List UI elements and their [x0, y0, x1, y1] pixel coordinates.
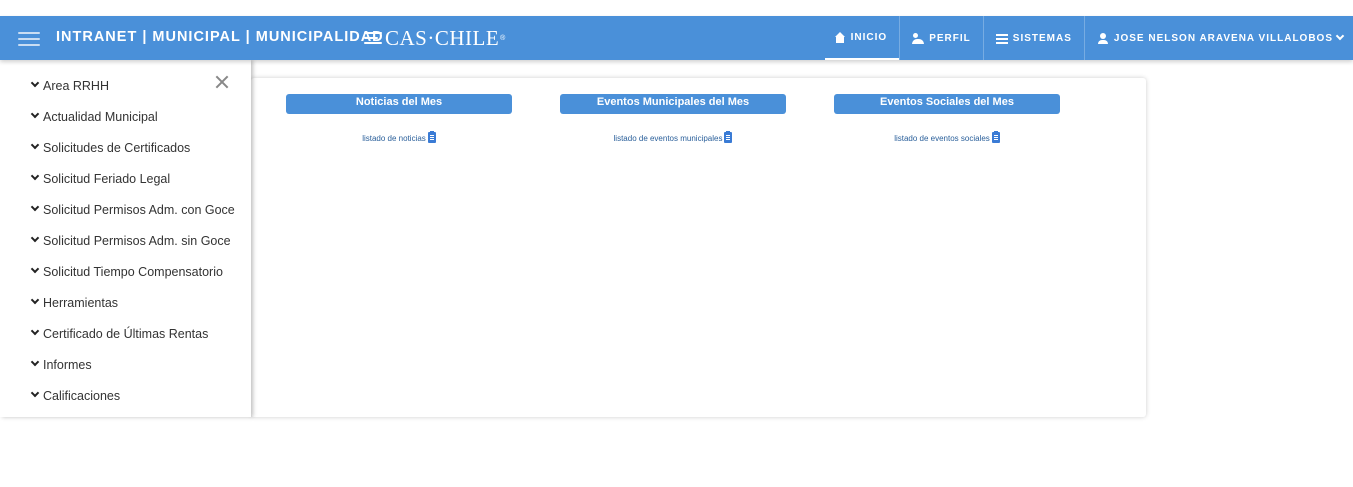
noticias-link-label: listado de noticias: [362, 134, 426, 143]
eventos-sociales-link-label: listado de eventos sociales: [894, 134, 990, 143]
user-icon: [1097, 32, 1109, 44]
nav-sistemas-label: SISTEMAS: [1012, 32, 1072, 44]
chevron-down-icon: [30, 295, 40, 305]
chevron-down-icon: [30, 264, 40, 274]
noticias-header-button[interactable]: Noticias del Mes: [286, 94, 512, 114]
nav-inicio-label: INICIO: [850, 31, 888, 43]
nav-inicio[interactable]: INICIO: [824, 16, 900, 60]
sidebar-item-label: Area RRHH: [43, 78, 109, 93]
sidebar-item-certificado-rentas[interactable]: Certificado de Últimas Rentas: [0, 318, 251, 349]
chevron-down-icon: [30, 233, 40, 243]
sidebar-item-label: Solicitudes de Certificados: [43, 140, 191, 155]
sidebar-item-actualidad-municipal[interactable]: Actualidad Municipal: [0, 101, 251, 132]
chevron-down-icon: [30, 109, 40, 119]
noticias-column: Noticias del Mes listado de noticias: [286, 94, 512, 143]
sidebar-item-permisos-sin-goce[interactable]: Solicitud Permisos Adm. sin Goce: [0, 225, 251, 256]
sidebar-item-permisos-con-goce[interactable]: Solicitud Permisos Adm. con Goce: [0, 194, 251, 225]
noticias-link[interactable]: listado de noticias: [286, 131, 512, 143]
sidebar-item-feriado-legal[interactable]: Solicitud Feriado Legal: [0, 163, 251, 194]
eventos-sociales-column: Eventos Sociales del Mes listado de even…: [834, 94, 1060, 143]
main-card: Noticias del Mes listado de noticias Eve…: [251, 78, 1146, 417]
nav-perfil[interactable]: PERFIL: [899, 16, 983, 60]
sidebar-item-tiempo-compensatorio[interactable]: Solicitud Tiempo Compensatorio: [0, 256, 251, 287]
menu-icon[interactable]: [18, 29, 40, 47]
clipboard-icon: [991, 131, 1000, 143]
home-icon: [834, 31, 846, 43]
cas-chile-logo[interactable]: CAS·CHILE ®: [364, 25, 505, 51]
page: INTRANET | MUNICIPAL | MUNICIPALIDAD CAS…: [0, 0, 1353, 487]
eventos-municipales-link-label: listado de eventos municipales: [613, 134, 723, 143]
sidebar-item-label: Solicitud Feriado Legal: [43, 171, 171, 186]
nav-user-menu[interactable]: JOSE NELSON ARAVENA VILLALOBOS: [1083, 16, 1353, 60]
sidebar-item-calificaciones[interactable]: Calificaciones: [0, 380, 251, 411]
sidebar-item-herramientas[interactable]: Herramientas: [0, 287, 251, 318]
sidebar-item-label: Actualidad Municipal: [43, 109, 158, 124]
sidebar-item-label: Certificado de Últimas Rentas: [43, 326, 209, 341]
nav-perfil-label: PERFIL: [929, 32, 971, 44]
chevron-down-icon: [30, 326, 40, 336]
sidebar-item-label: Solicitud Permisos Adm. sin Goce: [43, 233, 231, 248]
eventos-municipales-column: Eventos Municipales del Mes listado de e…: [560, 94, 786, 143]
eventos-sociales-header-button[interactable]: Eventos Sociales del Mes: [834, 94, 1060, 114]
user-name: JOSE NELSON ARAVENA VILLALOBOS: [1113, 32, 1333, 44]
sidebar-item-informes[interactable]: Informes: [0, 349, 251, 380]
top-navbar: INTRANET | MUNICIPAL | MUNICIPALIDAD CAS…: [0, 16, 1353, 60]
eventos-sociales-link[interactable]: listado de eventos sociales: [834, 131, 1060, 143]
sidebar-item-solicitudes-certificados[interactable]: Solicitudes de Certificados: [0, 132, 251, 163]
chevron-down-icon: [30, 78, 40, 88]
navbar-brand[interactable]: INTRANET | MUNICIPAL | MUNICIPALIDAD: [56, 29, 384, 45]
logo-mark-icon: [364, 31, 382, 45]
clipboard-icon: [427, 131, 436, 143]
navbar-menu: INICIO PERFIL SISTEMAS JOSE NELSON ARAVE…: [824, 16, 1353, 60]
clipboard-icon: [724, 131, 733, 143]
eventos-municipales-header-button[interactable]: Eventos Municipales del Mes: [560, 94, 786, 114]
sidebar-item-label: Solicitud Permisos Adm. con Goce: [43, 202, 235, 217]
sidebar-item-area-rrhh[interactable]: Area RRHH: [0, 70, 251, 101]
sidebar: Area RRHH Actualidad Municipal Solicitud…: [0, 60, 251, 417]
logo-text: CAS·CHILE: [385, 25, 500, 50]
chevron-down-icon: [30, 388, 40, 398]
chevron-down-icon: [30, 357, 40, 367]
chevron-down-icon: [30, 140, 40, 150]
sidebar-item-label: Calificaciones: [43, 388, 121, 403]
list-icon: [995, 33, 1008, 44]
chevron-down-icon: [30, 171, 40, 181]
logo-registered-mark: ®: [500, 34, 506, 42]
sidebar-item-label: Herramientas: [43, 295, 119, 310]
users-icon: [912, 32, 925, 44]
nav-sistemas[interactable]: SISTEMAS: [982, 16, 1084, 60]
sidebar-item-label: Solicitud Tiempo Compensatorio: [43, 264, 223, 279]
chevron-down-icon: [1335, 31, 1345, 41]
eventos-municipales-link[interactable]: listado de eventos municipales: [560, 131, 786, 143]
chevron-down-icon: [30, 202, 40, 212]
sidebar-item-label: Informes: [43, 357, 92, 372]
